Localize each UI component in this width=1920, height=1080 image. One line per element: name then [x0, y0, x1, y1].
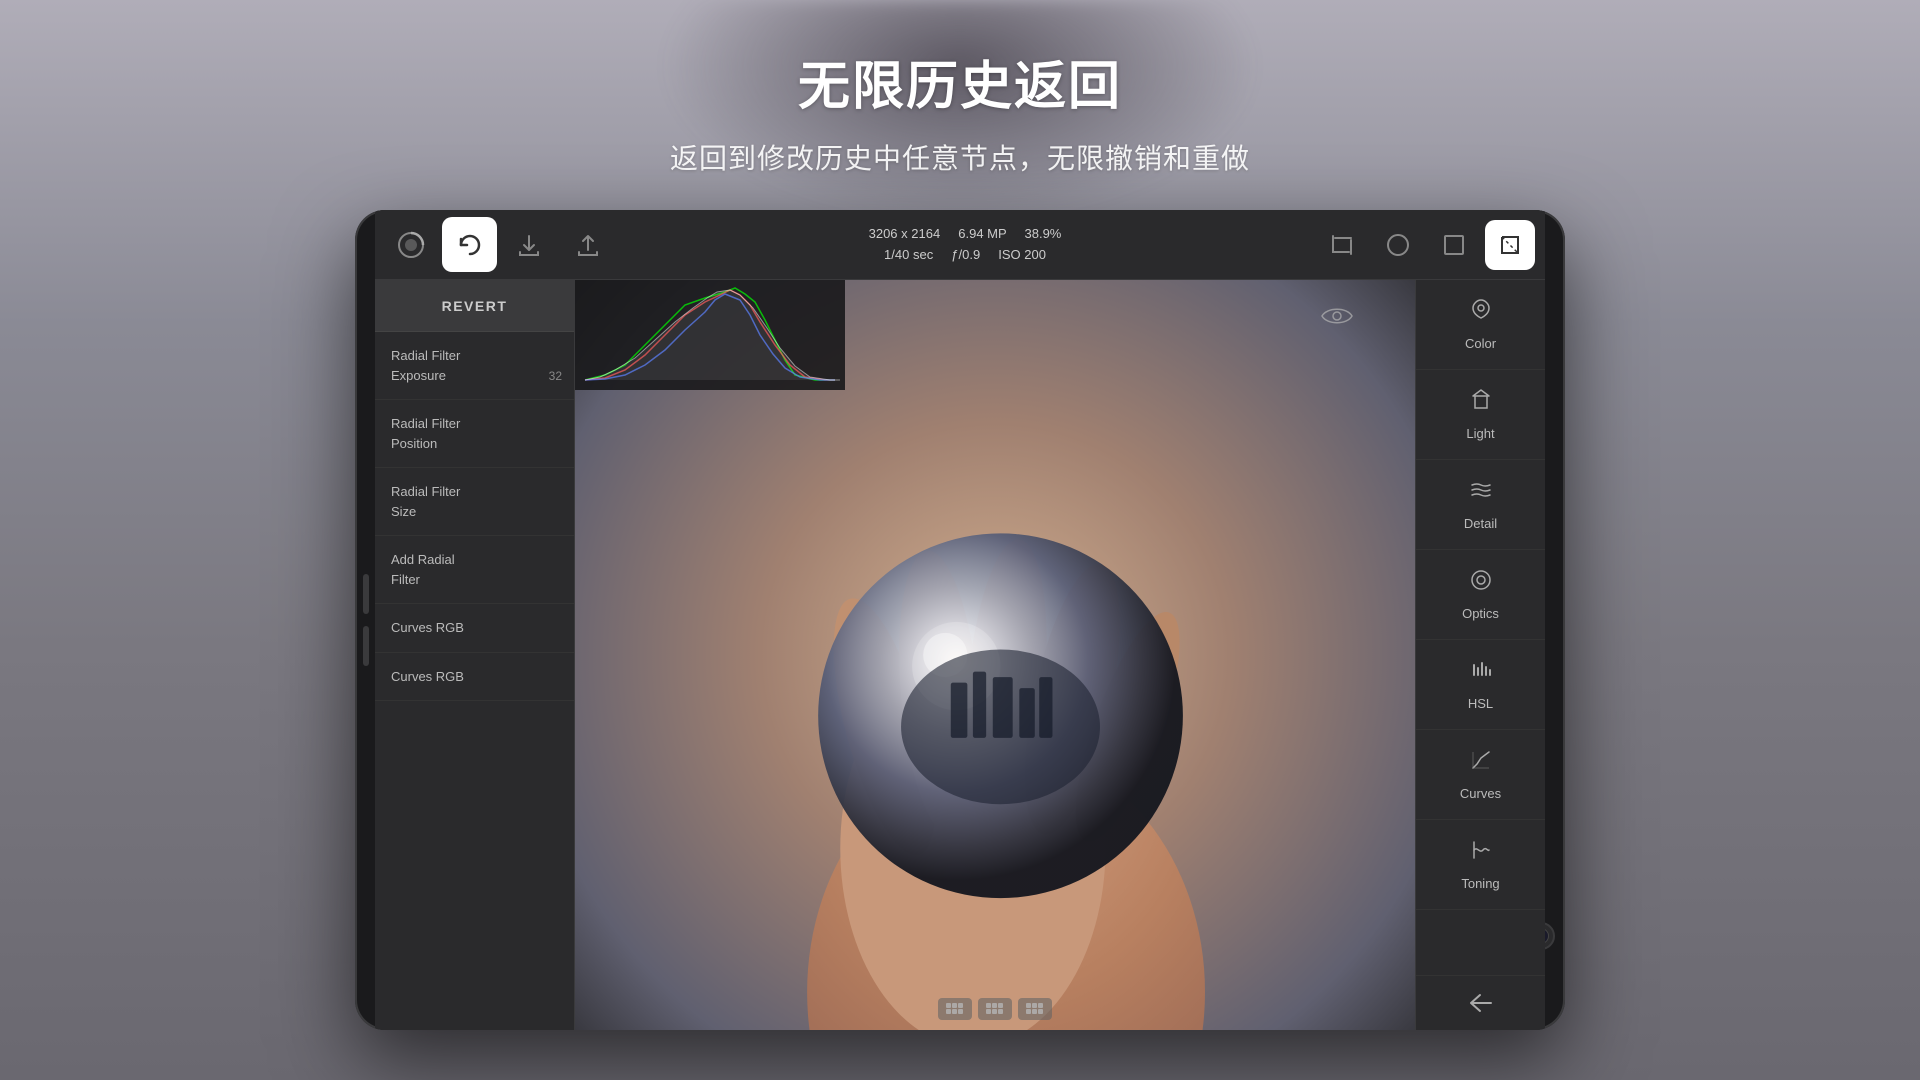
revert-button[interactable]: REVERT	[375, 280, 574, 332]
history-item-2[interactable]: Radial FilterSize	[375, 468, 574, 536]
eye-icon	[1321, 305, 1353, 327]
tablet-frame: 3206 x 2164 6.94 MP 38.9% 1/40 sec ƒ/0.9…	[355, 210, 1565, 1030]
image-dimensions: 3206 x 2164	[869, 226, 941, 241]
grid-icon-2	[985, 1002, 1005, 1016]
photo-svg	[575, 280, 1415, 1030]
frame-button[interactable]	[1429, 220, 1479, 270]
toning-label: Toning	[1461, 876, 1499, 891]
right-edit-panel: Color Light	[1415, 280, 1545, 1030]
history-item-label-1: Radial FilterPosition	[391, 416, 460, 451]
history-item-4[interactable]: Curves RGB	[375, 604, 574, 653]
hsl-label: HSL	[1468, 696, 1493, 711]
grid-button-1[interactable]	[938, 998, 972, 1020]
square-icon	[1441, 232, 1467, 258]
toolbar-left	[375, 217, 623, 272]
iso: ISO 200	[998, 247, 1046, 262]
panel-item-curves[interactable]: Curves	[1416, 730, 1545, 820]
image-dimensions-line: 3206 x 2164 6.94 MP 38.9%	[869, 224, 1062, 245]
vignette-button[interactable]	[1373, 220, 1423, 270]
image-exposure-line: 1/40 sec ƒ/0.9 ISO 200	[884, 245, 1046, 266]
panel-item-detail[interactable]: Detail	[1416, 460, 1545, 550]
histogram-chart	[575, 280, 845, 390]
palette-button[interactable]	[383, 217, 438, 272]
back-button[interactable]	[1416, 975, 1545, 1030]
optics-icon	[1469, 568, 1493, 598]
download-button[interactable]	[501, 217, 556, 272]
toning-icon	[1469, 838, 1493, 868]
panel-item-optics[interactable]: Optics	[1416, 550, 1545, 640]
crop-icon	[1329, 232, 1355, 258]
panel-item-toning[interactable]: Toning	[1416, 820, 1545, 910]
palette-icon	[397, 231, 425, 259]
histogram-overlay	[575, 280, 845, 390]
top-text-area: 无限历史返回 返回到修改历史中任意节点，无限撤销和重做	[0, 0, 1920, 220]
history-icon	[457, 232, 483, 258]
color-label: Color	[1465, 336, 1496, 351]
volume-down-button[interactable]	[363, 626, 369, 666]
select-icon	[1497, 232, 1523, 258]
grid-icon-1	[945, 1002, 965, 1016]
image-megapixels: 6.94 MP	[958, 226, 1006, 241]
panel-item-color[interactable]: Color	[1416, 280, 1545, 370]
detail-label: Detail	[1464, 516, 1497, 531]
light-label: Light	[1466, 426, 1494, 441]
hsl-icon	[1469, 658, 1493, 688]
history-item-1[interactable]: Radial FilterPosition	[375, 400, 574, 468]
optics-label: Optics	[1462, 606, 1499, 621]
image-area	[575, 280, 1415, 1030]
toolbar-right	[1307, 220, 1545, 270]
crop-button[interactable]	[1317, 220, 1367, 270]
image-zoom: 38.9%	[1025, 226, 1062, 241]
content-area: REVERT Radial FilterExposure 32 Radial F…	[375, 280, 1545, 1030]
history-panel: REVERT Radial FilterExposure 32 Radial F…	[375, 280, 575, 1030]
left-edge-buttons	[363, 574, 369, 666]
select-button[interactable]	[1485, 220, 1535, 270]
detail-icon	[1469, 478, 1493, 508]
grid-icon-3	[1025, 1002, 1045, 1016]
history-item-3[interactable]: Add RadialFilter	[375, 536, 574, 604]
aperture: ƒ/0.9	[951, 247, 980, 262]
history-item-label-4: Curves RGB	[391, 620, 464, 635]
circle-icon	[1385, 232, 1411, 258]
share-icon	[575, 232, 601, 258]
image-info: 3206 x 2164 6.94 MP 38.9% 1/40 sec ƒ/0.9…	[623, 224, 1307, 266]
color-icon	[1469, 298, 1493, 328]
volume-up-button[interactable]	[363, 574, 369, 614]
history-item-label-5: Curves RGB	[391, 669, 464, 684]
history-item-label-3: Add RadialFilter	[391, 552, 455, 587]
bottom-toolbar	[938, 998, 1052, 1020]
download-icon	[516, 232, 542, 258]
share-button[interactable]	[560, 217, 615, 272]
panel-item-light[interactable]: Light	[1416, 370, 1545, 460]
history-item-5[interactable]: Curves RGB	[375, 653, 574, 702]
grid-button-2[interactable]	[978, 998, 1012, 1020]
back-arrow-icon	[1468, 992, 1494, 1014]
history-item-0[interactable]: Radial FilterExposure 32	[375, 332, 574, 400]
history-item-label-2: Radial FilterSize	[391, 484, 460, 519]
sub-title: 返回到修改历史中任意节点，无限撤销和重做	[670, 137, 1250, 177]
history-item-label-0: Radial FilterExposure	[391, 348, 460, 383]
preview-toggle[interactable]	[1319, 298, 1355, 334]
light-icon	[1469, 388, 1493, 418]
shutter-speed: 1/40 sec	[884, 247, 933, 262]
tablet-inner: 3206 x 2164 6.94 MP 38.9% 1/40 sec ƒ/0.9…	[375, 210, 1545, 1030]
top-toolbar: 3206 x 2164 6.94 MP 38.9% 1/40 sec ƒ/0.9…	[375, 210, 1545, 280]
panel-item-hsl[interactable]: HSL	[1416, 640, 1545, 730]
main-title: 无限历史返回	[798, 44, 1122, 119]
history-item-value-0: 32	[549, 367, 562, 385]
grid-button-3[interactable]	[1018, 998, 1052, 1020]
history-button[interactable]	[442, 217, 497, 272]
curves-icon	[1469, 748, 1493, 778]
curves-label: Curves	[1460, 786, 1501, 801]
